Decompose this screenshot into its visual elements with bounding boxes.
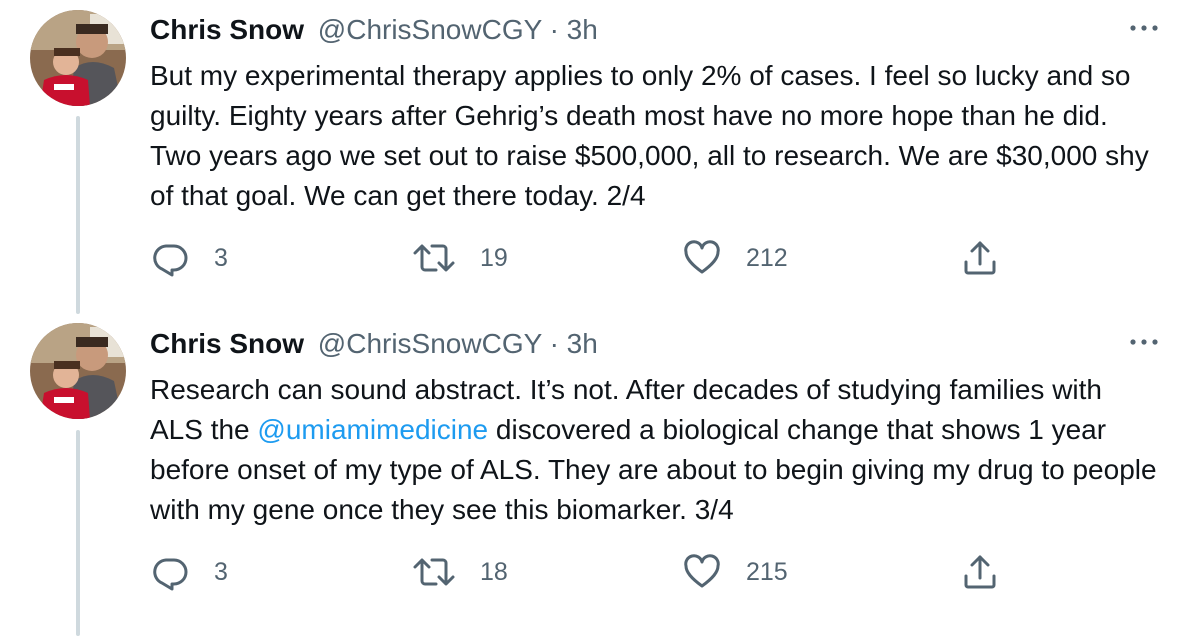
retweet-button[interactable]: 18 bbox=[412, 552, 508, 592]
header-separator: · bbox=[549, 328, 567, 359]
retweet-icon bbox=[412, 238, 456, 278]
tweet-timestamp[interactable]: 3h bbox=[567, 14, 598, 45]
tweet[interactable]: Chris Snow @ChrisSnowCGY · 3h Research c… bbox=[0, 314, 1192, 636]
author-handle[interactable]: @ChrisSnowCGY bbox=[318, 328, 542, 359]
author-handle[interactable]: @ChrisSnowCGY bbox=[318, 14, 542, 45]
like-icon bbox=[682, 552, 722, 592]
reply-icon bbox=[150, 552, 190, 592]
avatar[interactable] bbox=[30, 323, 126, 419]
author-name[interactable]: Chris Snow bbox=[150, 14, 304, 45]
tweet-header: Chris Snow @ChrisSnowCGY · 3h bbox=[150, 13, 598, 47]
like-count: 215 bbox=[746, 557, 788, 586]
reply-icon bbox=[150, 238, 190, 278]
tweet-thread: Chris Snow @ChrisSnowCGY · 3h But my exp… bbox=[0, 0, 1192, 636]
share-icon bbox=[960, 552, 1000, 592]
reply-button[interactable]: 3 bbox=[150, 238, 228, 278]
tweet[interactable]: Chris Snow @ChrisSnowCGY · 3h But my exp… bbox=[0, 0, 1192, 314]
avatar[interactable] bbox=[30, 10, 126, 106]
tweet-actions: 3 19 212 bbox=[150, 238, 1010, 278]
tweet-text: Research can sound abstract. It’s not. A… bbox=[150, 370, 1160, 530]
share-button[interactable] bbox=[960, 238, 1000, 278]
reply-count: 3 bbox=[214, 557, 228, 586]
thread-connector-line bbox=[76, 430, 80, 636]
retweet-count: 19 bbox=[480, 243, 508, 272]
like-button[interactable]: 212 bbox=[682, 238, 788, 278]
reply-count: 3 bbox=[214, 243, 228, 272]
tweet-header: Chris Snow @ChrisSnowCGY · 3h bbox=[150, 327, 598, 361]
thread-connector-line bbox=[76, 116, 80, 314]
reply-button[interactable]: 3 bbox=[150, 552, 228, 592]
header-separator: · bbox=[549, 14, 567, 45]
tweet-text-part: But my experimental therapy applies to o… bbox=[150, 60, 1149, 211]
like-count: 212 bbox=[746, 243, 788, 272]
share-button[interactable] bbox=[960, 552, 1000, 592]
more-icon[interactable] bbox=[1128, 18, 1160, 38]
author-name[interactable]: Chris Snow bbox=[150, 328, 304, 359]
share-icon bbox=[960, 238, 1000, 278]
tweet-text: But my experimental therapy applies to o… bbox=[150, 56, 1160, 216]
tweet-actions: 3 18 215 bbox=[150, 552, 1010, 592]
like-icon bbox=[682, 238, 722, 278]
tweet-timestamp[interactable]: 3h bbox=[567, 328, 598, 359]
more-icon[interactable] bbox=[1128, 332, 1160, 352]
retweet-icon bbox=[412, 552, 456, 592]
retweet-count: 18 bbox=[480, 557, 508, 586]
mention-link[interactable]: @umiamimedicine bbox=[257, 414, 488, 445]
like-button[interactable]: 215 bbox=[682, 552, 788, 592]
retweet-button[interactable]: 19 bbox=[412, 238, 508, 278]
